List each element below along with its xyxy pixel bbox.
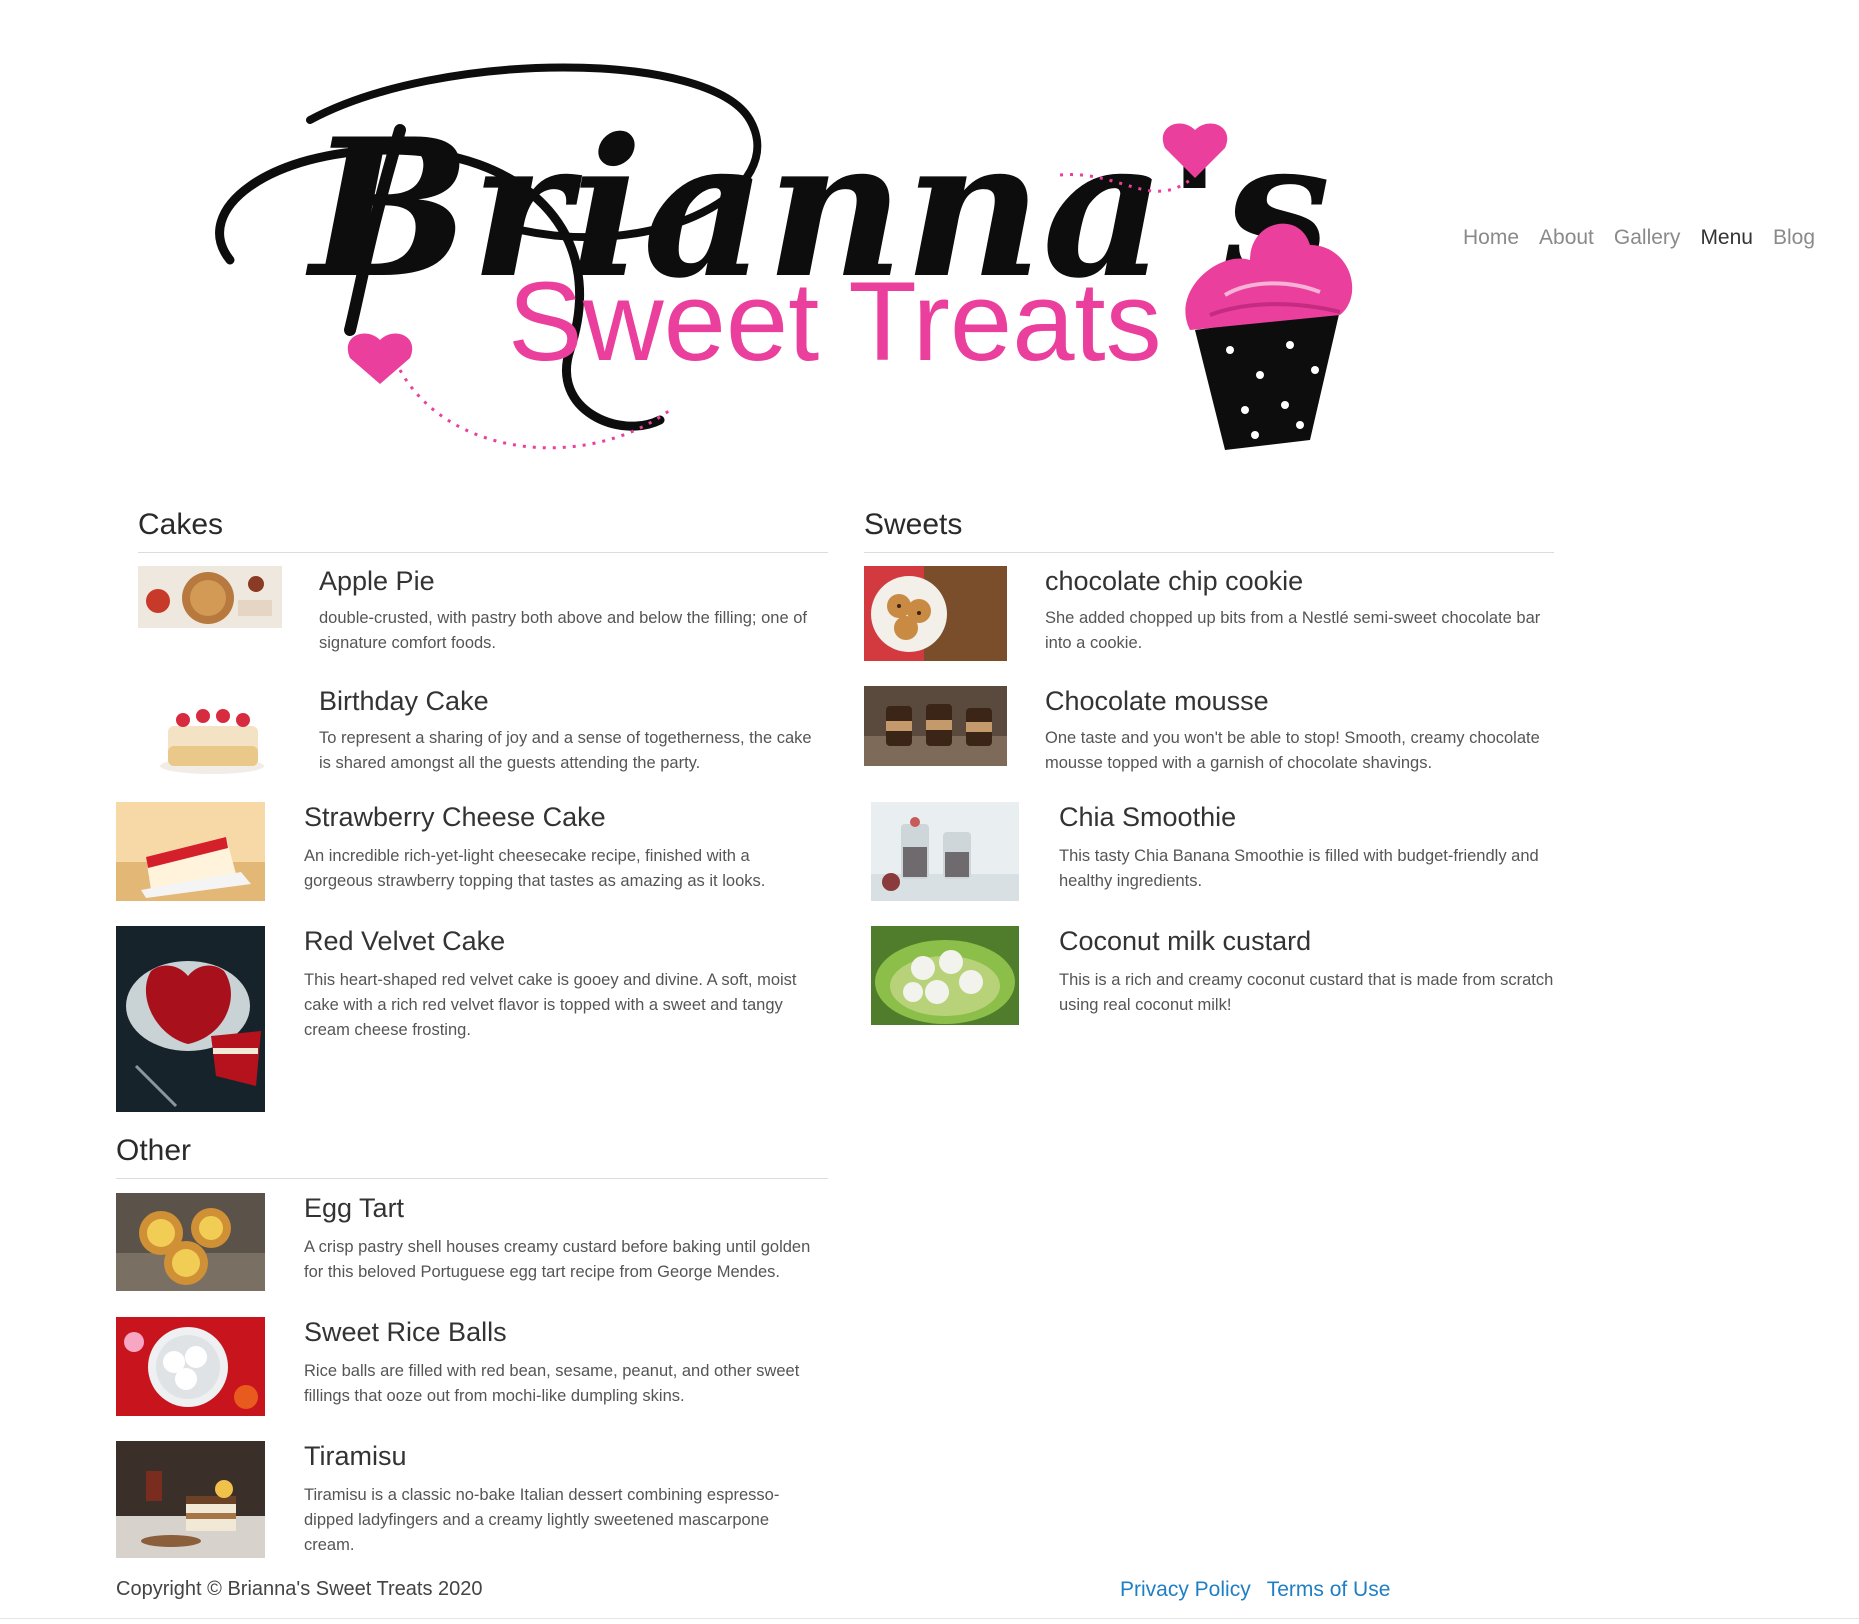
nav-home[interactable]: Home	[1463, 226, 1519, 250]
section-title-other: Other	[116, 1134, 828, 1179]
item-description: double-crusted, with pastry both above a…	[319, 609, 807, 652]
red-velvet-cake-photo	[116, 926, 265, 1112]
cakes-section: Cakes	[138, 508, 828, 553]
item-title: Birthday Cake	[319, 686, 489, 716]
other-section: Other	[116, 1134, 828, 1179]
item-description: This is a rich and creamy coconut custar…	[1059, 971, 1554, 1014]
item-title: Strawberry Cheese Cake	[304, 802, 606, 832]
terms-of-use-link[interactable]: Terms of Use	[1267, 1578, 1391, 1602]
item-description: Tiramisu is a classic no-bake Italian de…	[304, 1486, 780, 1554]
menu-item-egg-tart[interactable]: Egg Tart A crisp pastry shell houses cre…	[116, 1193, 828, 1303]
menu-item-strawberry-cheese-cake[interactable]: Strawberry Cheese Cake An incredible ric…	[116, 802, 828, 912]
item-title: Chia Smoothie	[1059, 802, 1237, 832]
logo-tagline: Sweet Treats	[508, 259, 1162, 384]
item-description: To represent a sharing of joy and a sens…	[319, 729, 812, 772]
menu-item-coconut-milk-custard[interactable]: Coconut milk custard This is a rich and …	[871, 926, 1571, 1036]
item-title: Tiramisu	[304, 1441, 407, 1471]
item-title: Sweet Rice Balls	[304, 1317, 507, 1347]
strawberry-cheesecake-photo	[116, 802, 265, 901]
nav-about[interactable]: About	[1539, 226, 1594, 250]
menu-item-chia-smoothie[interactable]: Chia Smoothie This tasty Chia Banana Smo…	[871, 802, 1571, 912]
birthday-cake-photo	[138, 686, 282, 781]
section-title-cakes: Cakes	[138, 508, 828, 553]
item-title: Red Velvet Cake	[304, 926, 506, 956]
section-title-sweets: Sweets	[864, 508, 1554, 553]
item-description: This heart-shaped red velvet cake is goo…	[304, 971, 797, 1039]
brand-logo[interactable]: Brianna's Sweet Treats	[190, 30, 1390, 480]
coconut-custard-photo	[871, 926, 1019, 1025]
sweets-section: Sweets	[864, 508, 1554, 553]
nav-menu[interactable]: Menu	[1700, 226, 1753, 250]
menu-item-tiramisu[interactable]: Tiramisu Tiramisu is a classic no-bake I…	[116, 1441, 828, 1571]
menu-item-sweet-rice-balls[interactable]: Sweet Rice Balls Rice balls are filled w…	[116, 1317, 828, 1427]
egg-tart-photo	[116, 1193, 265, 1291]
item-title: chocolate chip cookie	[1045, 566, 1304, 596]
item-title: Chocolate mousse	[1045, 686, 1269, 716]
rice-balls-photo	[116, 1317, 265, 1416]
item-title: Egg Tart	[304, 1193, 405, 1223]
tiramisu-photo	[116, 1441, 265, 1558]
menu-item-chocolate-mousse[interactable]: Chocolate mousse One taste and you won't…	[864, 686, 1564, 796]
item-description: A crisp pastry shell houses creamy custa…	[304, 1238, 811, 1281]
cookie-photo	[864, 566, 1007, 661]
footer-divider	[0, 1618, 1859, 1619]
main-nav: Home About Gallery Menu Blog	[1463, 226, 1815, 250]
chia-smoothie-photo	[871, 802, 1019, 901]
nav-blog[interactable]: Blog	[1773, 226, 1815, 250]
menu-item-red-velvet-cake[interactable]: Red Velvet Cake This heart-shaped red ve…	[116, 926, 828, 1116]
footer-copyright: Copyright © Brianna's Sweet Treats 2020	[116, 1578, 483, 1600]
nav-gallery[interactable]: Gallery	[1614, 226, 1681, 250]
footer-links: Privacy Policy Terms of Use	[1120, 1578, 1390, 1602]
mousse-photo	[864, 686, 1007, 766]
menu-item-chocolate-chip-cookie[interactable]: chocolate chip cookie She added chopped …	[864, 566, 1564, 676]
menu-item-birthday-cake[interactable]: Birthday Cake To represent a sharing of …	[138, 686, 828, 796]
item-title: Coconut milk custard	[1059, 926, 1312, 956]
menu-item-apple-pie[interactable]: Apple Pie double-crusted, with pastry bo…	[138, 566, 828, 676]
item-description: One taste and you won't be able to stop!…	[1045, 729, 1540, 772]
apple-pie-photo	[138, 566, 282, 628]
item-description: Rice balls are filled with red bean, ses…	[304, 1362, 800, 1405]
item-title: Apple Pie	[319, 566, 435, 596]
item-description: She added chopped up bits from a Nestlé …	[1045, 609, 1541, 652]
item-description: This tasty Chia Banana Smoothie is fille…	[1059, 847, 1539, 890]
item-description: An incredible rich-yet-light cheesecake …	[304, 847, 766, 890]
privacy-policy-link[interactable]: Privacy Policy	[1120, 1578, 1251, 1602]
heart-icon	[347, 333, 413, 384]
